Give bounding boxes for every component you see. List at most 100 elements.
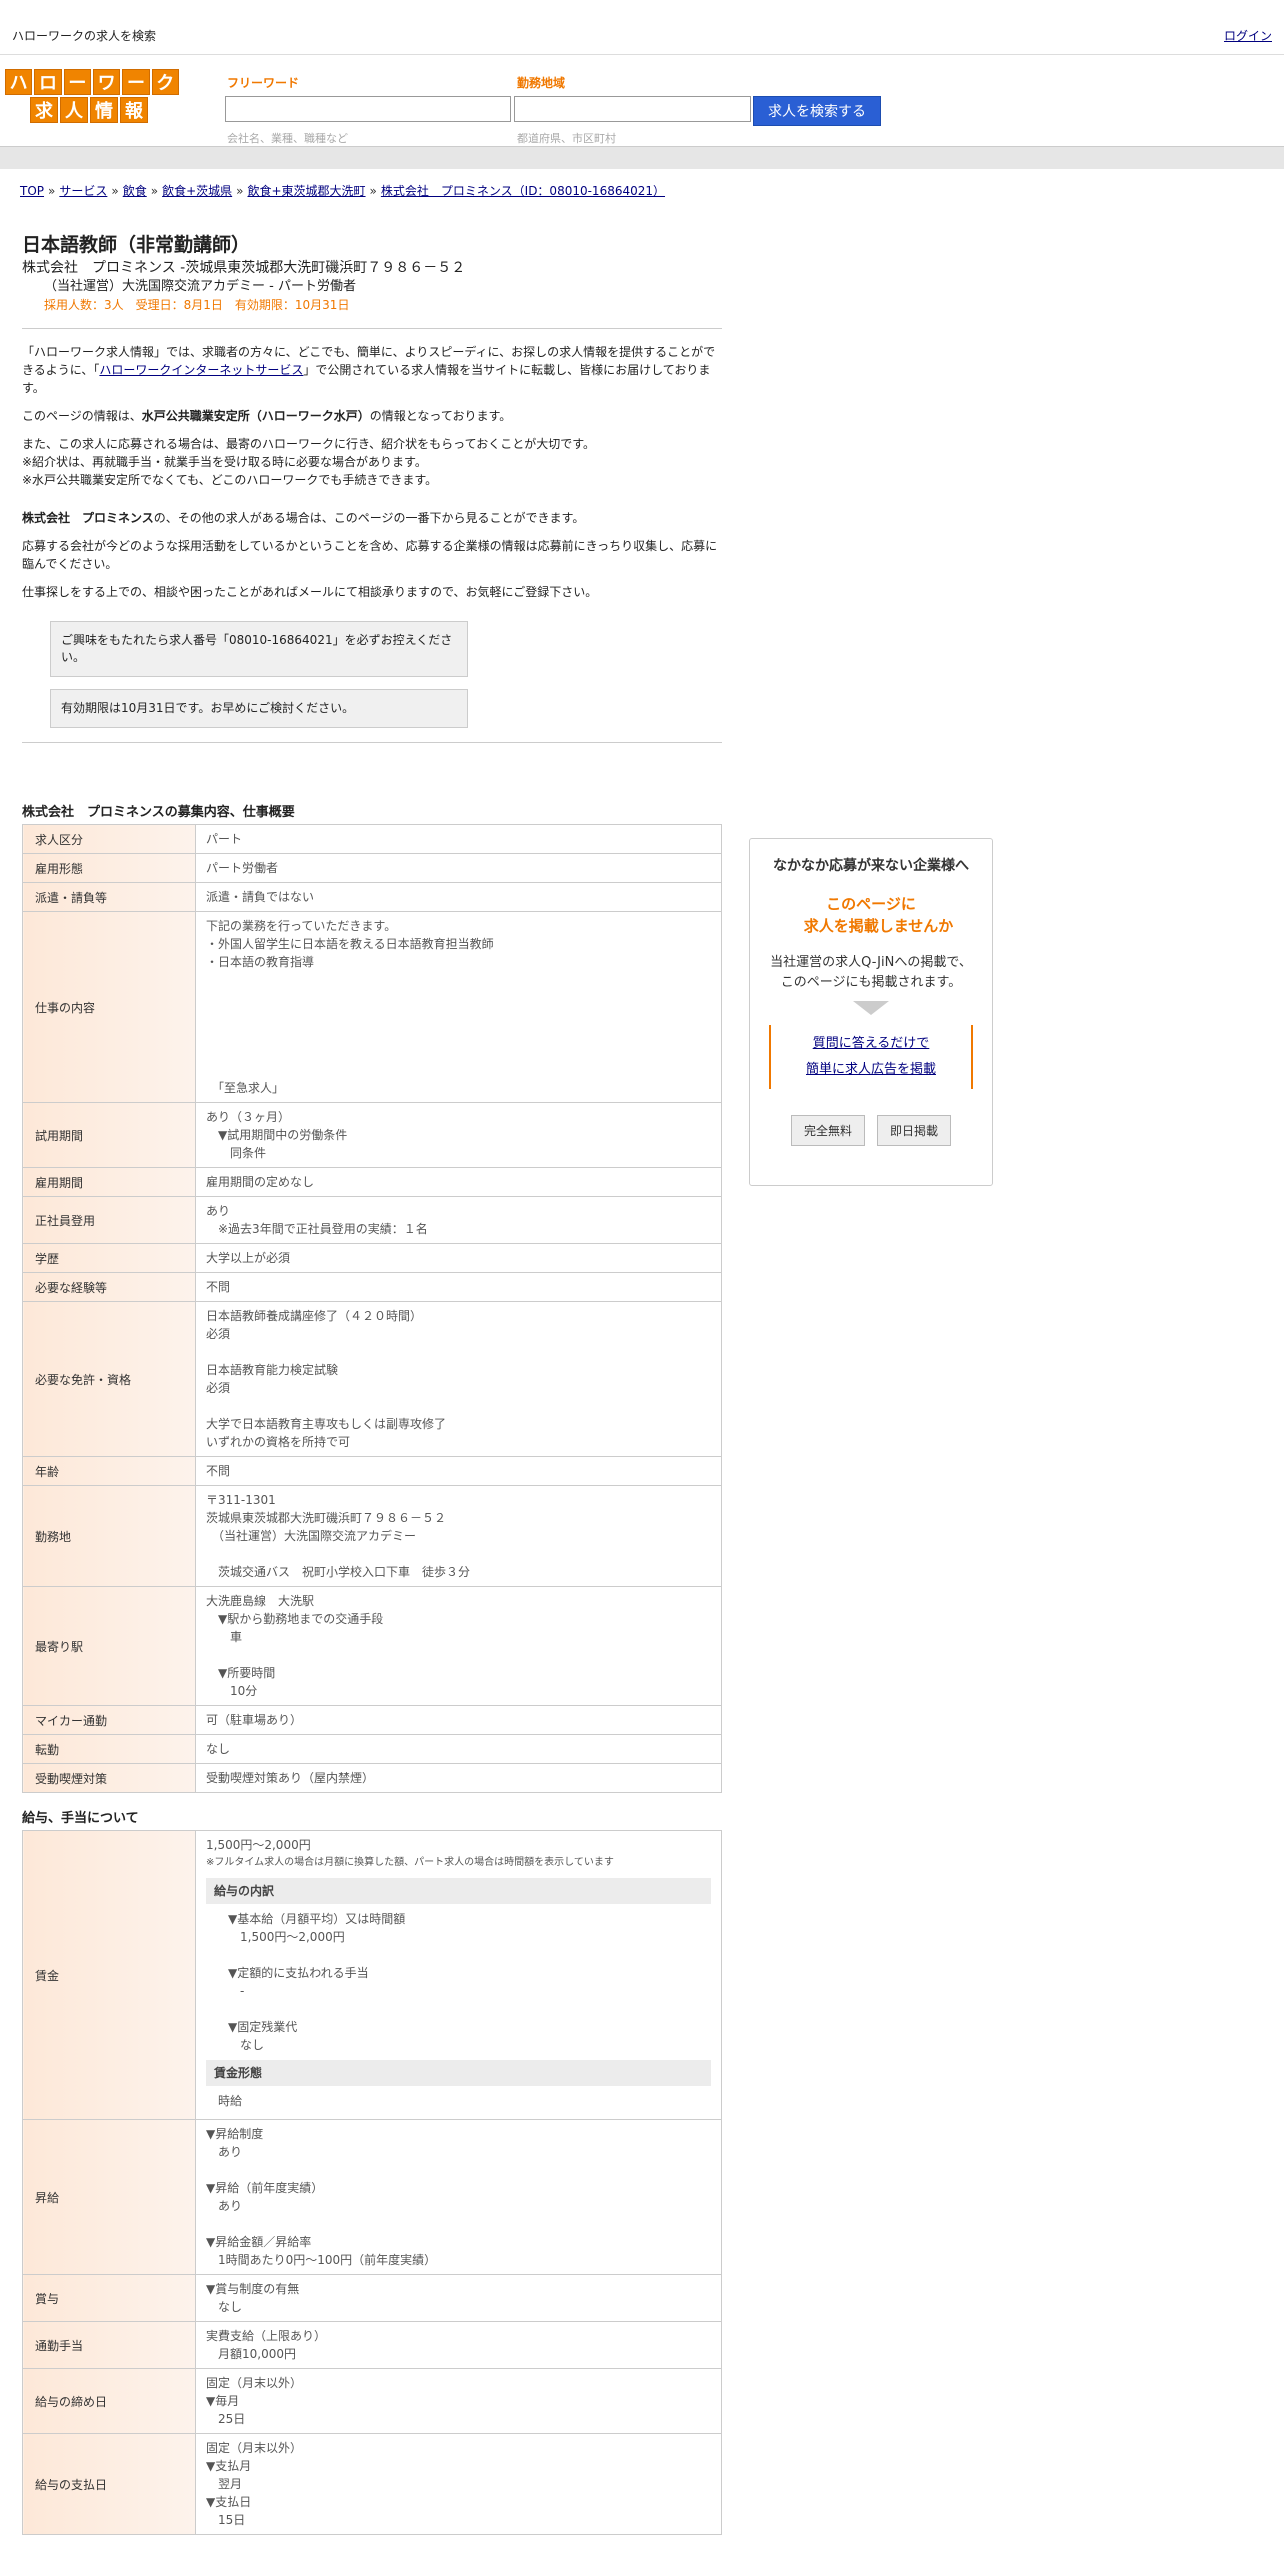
breadcrumb-link[interactable]: 飲食+東茨城郡大洗町: [247, 184, 365, 198]
row-value: ▼昇給制度 あり ▼昇給（前年度実績） あり ▼昇給金額／昇給率 1時間あたり0…: [195, 2119, 722, 2275]
row-label: 必要な経験等: [22, 1272, 196, 1302]
main-content: 日本語教師（非常勤講師） 株式会社 プロミネンス -茨城県東茨城郡大洗町磯浜町７…: [22, 232, 722, 2535]
breadcrumb-separator: »: [236, 184, 244, 198]
table-row: 受動喫煙対策 受動喫煙対策あり（屋内禁煙）: [22, 1763, 722, 1793]
row-label: 正社員登用: [22, 1196, 196, 1244]
intro-paragraph: 「ハローワーク求人情報」では、求職者の方々に、どこでも、簡単に、よりスピーディに…: [22, 345, 716, 395]
source-paragraph: このページの情報は、水戸公共職業安定所（ハローワーク水戸）の情報となっております…: [22, 407, 722, 425]
divider: [22, 742, 722, 743]
freeword-placeholder: 会社名、業種、職種など: [227, 132, 348, 145]
row-value: 不問: [195, 1456, 722, 1486]
job-number-note: ご興味をもたれたら求人番号「08010-16864021」を必ずお控えください。: [50, 621, 468, 677]
row-label: 受動喫煙対策: [22, 1763, 196, 1793]
header-divider: [0, 146, 1284, 169]
table-row: 勤務地 〒311-1301 茨城県東茨城郡大洗町磯浜町７９８６－５２ （当社運営）…: [22, 1485, 722, 1587]
row-label: 勤務地: [22, 1485, 196, 1587]
advice-paragraph: 応募する会社が今どのような採用活動をしているかということを含め、応募する企業様の…: [22, 539, 718, 571]
same-day-badge[interactable]: 即日掲載: [877, 1115, 952, 1146]
hellowork-internet-link[interactable]: ハローワークインターネットサービス: [99, 363, 303, 377]
job-meta: 採用人数：3人 受理日：8月1日 有効期限：10月31日: [44, 298, 350, 312]
ad-highlight: このページに 求人を掲載しませんか: [803, 895, 954, 935]
breadcrumb-link[interactable]: 飲食: [123, 184, 147, 198]
area-input[interactable]: [514, 96, 751, 122]
breadcrumb-separator: »: [48, 184, 56, 198]
row-value: 日本語教師養成講座修了（４２０時間） 必須 日本語教育能力検定試験 必須 大学で…: [195, 1301, 722, 1457]
table-row: 派遣・請負等 派遣・請負ではない: [22, 882, 722, 912]
logo-char: ロ: [34, 69, 62, 95]
breakdown-detail: ▼基本給（月額平均）又は時間額 1,500円〜2,000円 ▼定額的に支払われる…: [228, 1912, 406, 2052]
row-label: 通勤手当: [22, 2321, 196, 2369]
wage-range: 1,500円〜2,000円: [206, 1838, 311, 1852]
overview-title: 株式会社 プロミネンスの募集内容、仕事概要: [22, 805, 295, 820]
row-value: 大洗鹿島線 大洗駅 ▼駅から勤務地までの交通手段 車 ▼所要時間 10分: [195, 1586, 722, 1706]
breadcrumb-separator: »: [111, 184, 119, 198]
row-value: 固定（月末以外） ▼支払月 翌月 ▼支払日 15日: [195, 2433, 722, 2535]
wage-type-heading: 賃金形態: [206, 2060, 711, 2086]
table-row: 給与の支払日 固定（月末以外） ▼支払月 翌月 ▼支払日 15日: [22, 2433, 722, 2535]
row-label: 試用期間: [22, 1102, 196, 1168]
freeword-input[interactable]: [225, 96, 511, 122]
row-label: 給与の支払日: [22, 2433, 196, 2535]
row-value: 固定（月末以外） ▼毎月 25日: [195, 2368, 722, 2434]
row-label: 学歴: [22, 1243, 196, 1273]
breakdown-heading: 給与の内訳: [206, 1878, 711, 1904]
row-value: パート労働者: [195, 853, 722, 883]
ad-badges: 完全無料 即日掲載: [750, 1115, 992, 1146]
breadcrumb-link[interactable]: 飲食+茨城県: [162, 184, 232, 198]
table-row: 正社員登用 あり ※過去3年間で正社員登用の実績：１名: [22, 1196, 722, 1244]
consult-paragraph: 仕事探しをする上での、相談や困ったことがあればメールにて相談承りますので、お気軽…: [22, 585, 598, 599]
source-office: 水戸公共職業安定所（ハローワーク水戸）: [141, 409, 370, 423]
table-row: 雇用形態 パート労働者: [22, 853, 722, 883]
ad-link-post[interactable]: 簡単に求人広告を掲載: [771, 1057, 971, 1083]
row-value: 下記の業務を行っていただきます。 ・外国人留学生に日本語を教える日本語教育担当教…: [195, 911, 722, 1103]
row-value: ▼賞与制度の有無 なし: [195, 2274, 722, 2322]
row-label: 給与の締め日: [22, 2368, 196, 2434]
table-row: 賃金 1,500円〜2,000円 ※フルタイム求人の場合は月額に換算した額、パー…: [22, 1830, 722, 2120]
ad-link-box: 質問に答えるだけで 簡単に求人広告を掲載: [769, 1025, 973, 1089]
breadcrumb-link[interactable]: TOP: [20, 184, 44, 198]
site-title: ハローワークの求人を検索: [12, 29, 157, 43]
table-row: 年齢 不問: [22, 1456, 722, 1486]
logo-char: ク: [151, 69, 179, 95]
row-label: 雇用形態: [22, 853, 196, 883]
row-label: 派遣・請負等: [22, 882, 196, 912]
expiry-note: 有効期限は10月31日です。お早めにご検討ください。: [50, 689, 468, 728]
logo-char: 人: [60, 97, 88, 123]
row-label: 昇給: [22, 2119, 196, 2275]
table-row: 賞与 ▼賞与制度の有無 なし: [22, 2274, 722, 2322]
site-logo[interactable]: ハローワーク 求人情報: [5, 69, 179, 125]
row-label: 賃金: [22, 1830, 196, 2120]
breadcrumb-link[interactable]: サービス: [59, 184, 107, 198]
breadcrumb-separator: »: [150, 184, 159, 198]
other-jobs-text: の、その他の求人がある場合は、このページの一番下から見ることができます。: [153, 511, 585, 525]
workplace-line: （当社運営）大洗国際交流アカデミー - パート労働者: [44, 279, 356, 294]
search-button[interactable]: 求人を検索する: [753, 96, 881, 126]
other-jobs-paragraph: 株式会社 プロミネンスの、その他の求人がある場合は、このページの一番下から見るこ…: [22, 509, 722, 527]
ad-link-questions[interactable]: 質問に答えるだけで: [771, 1031, 971, 1057]
table-row: 必要な経験等 不問: [22, 1272, 722, 1302]
ad-title: なかなか応募が来ない企業様へ: [773, 858, 969, 874]
row-label: 賞与: [22, 2274, 196, 2322]
source-post: の情報となっております。: [369, 409, 512, 423]
top-bar: ハローワークの求人を検索 ログイン: [0, 0, 1284, 55]
row-value: 1,500円〜2,000円 ※フルタイム求人の場合は月額に換算した額、パート求人…: [195, 1830, 722, 2120]
row-value: 実費支給（上限あり） 月額10,000円: [195, 2321, 722, 2369]
source-pre: このページの情報は、: [22, 409, 142, 423]
table-row: 学歴 大学以上が必須: [22, 1243, 722, 1273]
wage-type-value: 時給: [218, 2094, 243, 2108]
free-badge[interactable]: 完全無料: [790, 1115, 865, 1146]
row-value: 大学以上が必須: [195, 1243, 722, 1273]
row-value: 可（駐車場あり）: [195, 1705, 722, 1735]
row-label: 仕事の内容: [22, 911, 196, 1103]
down-arrow-icon: [853, 1001, 889, 1015]
logo-char: ー: [122, 69, 150, 95]
area-label: 勤務地域: [517, 76, 566, 90]
logo-char: 報: [120, 97, 148, 123]
breadcrumb-link[interactable]: 株式会社 プロミネンス（ID：08010-16864021）: [381, 184, 665, 198]
table-row: 通勤手当 実費支給（上限あり） 月額10,000円: [22, 2321, 722, 2369]
table-row: マイカー通勤 可（駐車場あり）: [22, 1705, 722, 1735]
row-value: 〒311-1301 茨城県東茨城郡大洗町磯浜町７９８６－５２ （当社運営）大洗国…: [195, 1485, 722, 1587]
logo-char: ハ: [5, 69, 33, 95]
table-row: 最寄り駅 大洗鹿島線 大洗駅 ▼駅から勤務地までの交通手段 車 ▼所要時間 10分: [22, 1586, 722, 1706]
login-link[interactable]: ログイン: [1224, 27, 1272, 44]
